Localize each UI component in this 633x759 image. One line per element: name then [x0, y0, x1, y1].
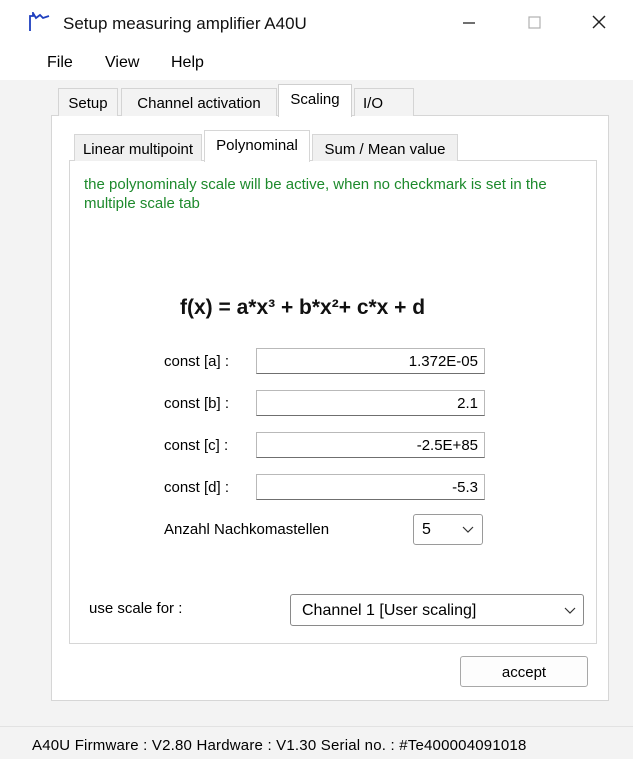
maximize-button[interactable]	[505, 0, 565, 46]
menu-bar: File View Help	[0, 46, 633, 80]
minimize-button[interactable]	[440, 0, 500, 46]
window-title: Setup measuring amplifier A40U	[63, 14, 307, 33]
title-bar: Setup measuring amplifier A40U	[0, 0, 633, 46]
decimals-select[interactable]: 5	[413, 514, 483, 545]
menu-view[interactable]: View	[105, 54, 139, 72]
tab-sum-mean-value[interactable]: Sum / Mean value	[312, 134, 458, 161]
const-c-input[interactable]: -2.5E+85	[256, 432, 485, 458]
const-b-label: const [b] :	[164, 395, 230, 412]
minimize-icon	[463, 22, 475, 24]
tab-setup[interactable]: Setup	[58, 88, 118, 116]
const-a-input[interactable]: 1.372E-05	[256, 348, 485, 374]
tab-channel-activation[interactable]: Channel activation	[121, 88, 277, 116]
const-d-label: const [d] :	[164, 479, 230, 496]
app-window: Setup measuring amplifier A40U File View…	[0, 0, 633, 759]
tab-polynominal[interactable]: Polynominal	[204, 130, 310, 162]
close-button[interactable]	[570, 0, 630, 46]
menu-file[interactable]: File	[47, 54, 73, 72]
maximize-icon	[528, 16, 541, 29]
const-a-label: const [a] :	[164, 353, 230, 370]
info-text: the polynominaly scale will be active, w…	[84, 176, 547, 212]
chevron-down-icon	[564, 607, 576, 614]
menu-help[interactable]: Help	[171, 54, 204, 72]
tab-linear-multipoint[interactable]: Linear multipoint	[74, 134, 202, 161]
formula: f(x) = a*x³ + b*x²+ c*x + d	[180, 296, 426, 319]
scale-value: Channel 1 [User scaling]	[302, 602, 477, 619]
decimals-label: Anzahl Nachkomastellen	[164, 521, 330, 538]
const-c-label: const [c] :	[164, 437, 229, 454]
accept-button[interactable]: accept	[460, 656, 588, 687]
chevron-down-icon	[462, 526, 474, 533]
scale-select[interactable]: Channel 1 [User scaling]	[290, 594, 584, 626]
decimals-value: 5	[422, 521, 431, 538]
status-bar: A40U Firmware : V2.80 Hardware : V1.30 S…	[0, 726, 633, 759]
use-scale-label: use scale for :	[89, 600, 183, 617]
const-b-input[interactable]: 2.1	[256, 390, 485, 416]
const-d-input[interactable]: -5.3	[256, 474, 485, 500]
status-text: A40U Firmware : V2.80 Hardware : V1.30 S…	[32, 737, 527, 754]
tab-io[interactable]: I/O	[354, 88, 414, 116]
close-icon	[592, 15, 606, 29]
tab-scaling[interactable]: Scaling	[278, 84, 352, 117]
app-icon	[28, 9, 50, 32]
